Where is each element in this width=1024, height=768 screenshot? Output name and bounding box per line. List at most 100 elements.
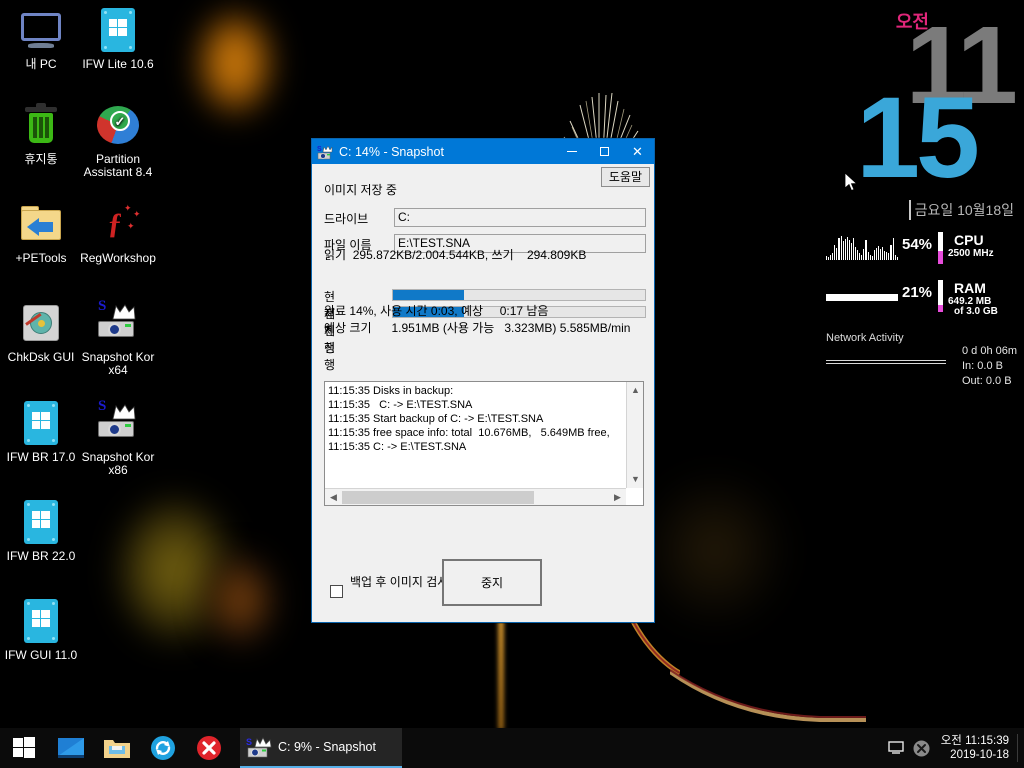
wallpaper-stem-tail — [670, 669, 866, 722]
taskbar-file-explorer[interactable] — [94, 728, 140, 768]
log-panel[interactable]: 11:15:35 Disks in backup: 11:15:35 C: ->… — [324, 381, 644, 506]
log-vertical-scrollbar[interactable]: ▲ ▼ — [626, 382, 643, 488]
log-horizontal-scrollbar[interactable]: ◀ ▶ — [325, 488, 626, 505]
desktop-icon-ifw-br-17[interactable]: IFW BR 17.0 — [2, 399, 80, 464]
desktop-icon-snapshot-kor-x86[interactable]: S Snapshot Kor x86 — [79, 399, 157, 477]
desktop-icon-partition-assistant[interactable]: ✓ Partition Assistant 8.4 — [79, 101, 157, 179]
cpu-graph-bar — [871, 255, 873, 260]
desktop-icon-petools[interactable]: +PETools — [2, 200, 80, 265]
status-text: 이미지 저장 중 — [324, 183, 397, 197]
cpu-graph-bar — [859, 253, 861, 260]
maximize-button[interactable] — [588, 139, 621, 164]
ram-title: RAM — [954, 280, 986, 296]
snapshot-window[interactable]: S C: 14% - Snapshot ✕ 도움말 이미지 저장 중 드라이브 … — [311, 138, 655, 623]
network-in: In: 0.0 B — [962, 360, 1003, 372]
svg-text:S: S — [246, 737, 252, 747]
scroll-up-icon[interactable]: ▲ — [627, 382, 644, 399]
tray-clock[interactable]: 오전 11:15:39 2019-10-18 — [935, 734, 1018, 762]
network-out: Out: 0.0 B — [962, 375, 1012, 387]
cpu-percent: 54% — [902, 236, 933, 253]
taskbar[interactable]: S C: 9% - Snapshot 오전 11:15:39 2019-10-1… — [0, 728, 1024, 768]
cpu-graph-bar — [857, 250, 859, 260]
log-text: 11:15:35 Disks in backup: 11:15:35 C: ->… — [328, 385, 610, 453]
ram-percent: 21% — [902, 284, 933, 301]
desktop-icon-ifw-gui-11[interactable]: IFW GUI 11.0 — [2, 597, 80, 662]
window-titlebar[interactable]: S C: 14% - Snapshot ✕ — [312, 139, 654, 164]
ifw-winbox-icon — [17, 498, 65, 546]
pc-icon — [17, 6, 65, 54]
desktop-icon-my-pc[interactable]: 내 PC — [2, 6, 80, 71]
desktop-icon-recycle-bin[interactable]: 휴지통 — [2, 101, 80, 166]
desktop-icon-snapshot-kor-x64[interactable]: S Snapshot Kor x64 — [79, 299, 157, 377]
svg-text:S: S — [317, 146, 322, 153]
wallpaper-bokeh-1 — [195, 8, 275, 118]
scroll-down-icon[interactable]: ▼ — [627, 471, 644, 488]
cpu-graph-bar — [867, 252, 869, 260]
cpu-graph-bar — [836, 248, 838, 260]
ram-gauge — [938, 280, 943, 312]
ram-subtitle2: of 3.0 GB — [954, 306, 998, 317]
minimize-button[interactable] — [555, 139, 588, 164]
desktop-icon-label: Snapshot Kor x64 — [81, 350, 155, 377]
network-activity-label: Network Activity — [826, 332, 904, 344]
cpu-graph-bar — [886, 252, 888, 260]
clock-gadget[interactable]: 오전 11 15 금요일 10월18일 — [834, 0, 1024, 225]
scroll-left-icon[interactable]: ◀ — [325, 489, 342, 506]
cpu-graph-bar — [838, 238, 840, 260]
drive-input[interactable]: C: — [394, 208, 646, 227]
system-monitor-gadget[interactable]: 54% CPU 2500 MHz 21% RAM 649.2 MB of 3.0… — [814, 232, 1024, 392]
desktop-icon-label: 휴지통 — [24, 152, 58, 166]
desktop[interactable]: 내 PC IFW Lite 10.6 휴지통 ✓ Partition Assis… — [0, 0, 1024, 768]
taskbar-close-tool[interactable] — [186, 728, 232, 768]
close-button[interactable]: ✕ — [621, 139, 654, 164]
desktop-icon-label: IFW GUI 11.0 — [4, 648, 78, 662]
ime-indicator-icon[interactable] — [883, 728, 909, 768]
taskbar-show-desktop[interactable] — [48, 728, 94, 768]
regworkshop-icon: ƒ ✦ ✦ ✦ — [107, 203, 141, 240]
desktop-icon-label: ChkDsk GUI — [7, 350, 75, 364]
close-circle-icon — [197, 736, 221, 760]
cpu-graph-bar — [894, 254, 896, 260]
cpu-graph-bar — [830, 254, 832, 260]
cpu-graph-bar — [869, 254, 871, 260]
system-tray[interactable]: 오전 11:15:39 2019-10-18 — [883, 728, 1024, 768]
cpu-graph-bar — [834, 244, 836, 260]
verify-checkbox[interactable] — [330, 585, 343, 598]
taskbar-refresh-tool[interactable] — [140, 728, 186, 768]
desktop-icon-chkdsk-gui[interactable]: ChkDsk GUI — [2, 299, 80, 364]
cpu-graph-bar — [848, 240, 850, 260]
desktop-icon-label: Snapshot Kor x86 — [81, 450, 155, 477]
cpu-graph-bar — [844, 239, 846, 260]
start-icon — [13, 737, 35, 758]
cpu-title: CPU — [954, 232, 984, 248]
mouse-cursor — [845, 173, 858, 192]
desktop-icon-label: +PETools — [15, 251, 67, 265]
cpu-graph-bar — [861, 254, 863, 260]
desktop-icon-label: IFW Lite 10.6 — [82, 57, 154, 71]
help-button[interactable]: 도움말 — [600, 167, 650, 187]
cpu-graph-bar — [840, 236, 842, 260]
stop-button[interactable]: 중지 — [442, 559, 542, 606]
cpu-graph-bar — [892, 238, 894, 260]
ram-monitor-row: 21% RAM 649.2 MB of 3.0 GB — [814, 280, 1024, 322]
taskbar-item-label: C: 9% - Snapshot — [278, 740, 376, 754]
refresh-icon — [151, 736, 175, 760]
cpu-graph — [826, 236, 898, 260]
taskbar-item-snapshot[interactable]: S C: 9% - Snapshot — [240, 728, 402, 768]
cpu-graph-bar — [875, 248, 877, 260]
monitor-icon — [58, 738, 84, 758]
snapshot-icon: S — [317, 144, 333, 160]
completion-stats: 완료 14%, 사용 시간 0:03, 예상 0:17 남음 — [324, 304, 549, 318]
window-title: C: 14% - Snapshot — [339, 144, 444, 159]
hscroll-thumb[interactable] — [342, 491, 534, 504]
snapshot-icon: S — [246, 736, 272, 758]
recycle-bin-icon — [17, 101, 65, 149]
current-progress-bar — [392, 289, 646, 301]
desktop-icon-ifw-br-22[interactable]: IFW BR 22.0 — [2, 498, 80, 563]
start-button[interactable] — [0, 728, 48, 768]
action-x-icon[interactable] — [909, 728, 935, 768]
scroll-right-icon[interactable]: ▶ — [609, 489, 626, 506]
snapshot-icon: S — [94, 299, 142, 347]
desktop-icon-regworkshop[interactable]: ƒ ✦ ✦ ✦ RegWorkshop — [79, 200, 157, 265]
desktop-icon-ifw-lite[interactable]: IFW Lite 10.6 — [79, 6, 157, 71]
